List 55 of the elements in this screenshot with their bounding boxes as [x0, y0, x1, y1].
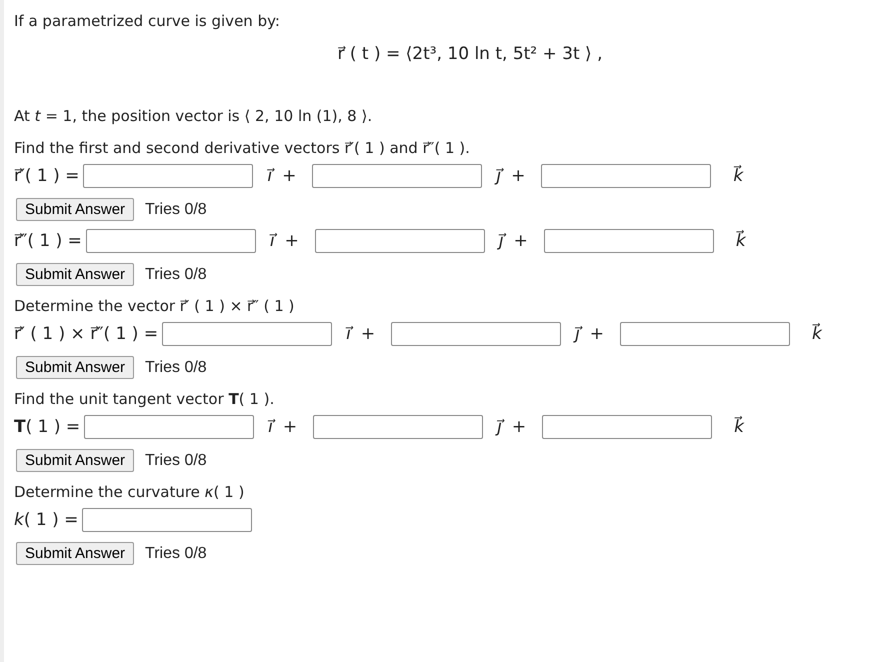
basis-vector: i⃗ — [270, 231, 275, 251]
plus-sign: + — [512, 417, 526, 437]
submit-answer-button[interactable]: Submit Answer — [16, 542, 134, 565]
plus-sign: + — [360, 324, 376, 344]
plus-sign: + — [590, 324, 604, 344]
answer-field[interactable] — [541, 164, 712, 188]
basis-vector: j⃗ — [496, 166, 502, 186]
answer-field[interactable] — [620, 322, 790, 346]
basis-vector: i⃗ — [267, 166, 272, 186]
answer-field[interactable] — [86, 229, 256, 253]
basis-vector: i⃗ — [268, 417, 273, 437]
tries-counter: Tries 0/8 — [145, 358, 207, 376]
tries-counter: Tries 0/8 — [145, 452, 207, 470]
answer-label: T( 1 ) = — [14, 417, 80, 437]
curve-formula: r⃗ ( t ) = ⟨2t³, 10 ln t, 5t² + 3t ⟩ , — [337, 44, 602, 64]
plus-sign: + — [282, 417, 298, 437]
basis-vector: i⃗ — [346, 324, 351, 344]
answer-field[interactable] — [313, 415, 484, 439]
plus-sign: + — [514, 231, 528, 251]
basis-vector: k⃗ — [812, 324, 822, 344]
question-text: Find the first and second derivative vectors r⃗′( 1 ) and r⃗″( 1 ). — [14, 138, 471, 159]
answer-field[interactable] — [83, 164, 254, 188]
answer-label: r⃗′( 1 ) = — [14, 166, 80, 186]
answer-field[interactable] — [312, 164, 482, 188]
plus-sign: + — [511, 166, 526, 186]
tries-counter: Tries 0/8 — [145, 544, 207, 562]
submit-answer-button[interactable]: Submit Answer — [16, 198, 134, 221]
question-text: At t = 1, the position vector is ⟨ 2, 10 ln (1), 8 ⟩. — [14, 106, 374, 127]
question-text: Determine the vector r⃗′ ( 1 ) × r⃗″ ( 1 ) — [14, 296, 296, 317]
basis-vector: k⃗ — [734, 417, 744, 437]
answer-field[interactable] — [544, 229, 714, 253]
answer-label: r⃗″( 1 ) = — [14, 231, 82, 251]
answer-label: r⃗′ ( 1 ) × r⃗″( 1 ) = — [14, 324, 158, 344]
answer-field[interactable] — [314, 229, 485, 253]
answer-field[interactable] — [162, 322, 332, 346]
plus-sign: + — [282, 166, 296, 186]
basis-vector: k⃗ — [733, 166, 744, 186]
tries-counter: Tries 0/8 — [145, 200, 207, 218]
answer-label: k( 1 ) = — [14, 510, 78, 530]
submit-answer-button[interactable]: Submit Answer — [16, 263, 134, 286]
answer-field[interactable] — [542, 415, 712, 439]
submit-answer-button[interactable]: Submit Answer — [16, 356, 134, 379]
plus-sign: + — [284, 231, 299, 251]
intro-text: If a parametrized curve is given by: — [14, 12, 281, 30]
question-text: Determine the curvature κ( 1 ) — [14, 482, 246, 503]
basis-vector: k⃗ — [736, 231, 746, 251]
question-text: Find the unit tangent vector T( 1 ). — [14, 389, 276, 410]
answer-field[interactable] — [391, 322, 562, 346]
basis-vector: j⃗ — [498, 231, 504, 251]
basis-vector: j⃗ — [497, 417, 502, 437]
answer-field[interactable] — [84, 415, 254, 439]
tries-counter: Tries 0/8 — [145, 266, 207, 284]
basis-vector: j⃗ — [575, 324, 580, 344]
submit-answer-button[interactable]: Submit Answer — [16, 449, 134, 472]
answer-field[interactable] — [82, 508, 252, 532]
